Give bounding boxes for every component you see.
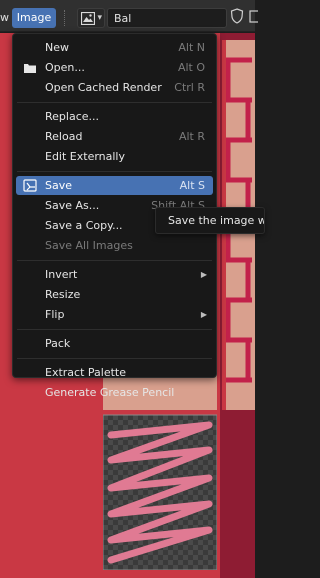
header-separator: [64, 10, 66, 26]
menu-item-open-cached-render[interactable]: Open Cached Render Ctrl R: [16, 78, 213, 97]
save-tooltip: Save the image with: [155, 207, 265, 234]
menu-item-label: Save a Copy...: [45, 219, 123, 232]
menu-item-shortcut: Ctrl R: [174, 81, 205, 94]
shield-icon[interactable]: [230, 8, 246, 28]
image-icon: [81, 12, 95, 25]
menu-item-invert[interactable]: Invert ▶: [16, 265, 213, 284]
view-menu[interactable]: w: [0, 8, 10, 28]
menu-item-label: Edit Externally: [45, 150, 126, 163]
menu-separator: [17, 171, 212, 172]
menu-separator: [17, 358, 212, 359]
image-name-field[interactable]: Bal: [107, 8, 227, 28]
submenu-arrow-icon: ▶: [200, 270, 207, 279]
menu-item-shortcut: Alt R: [178, 130, 205, 143]
submenu-arrow-icon: ▶: [200, 310, 207, 319]
menu-item-label: Save: [45, 179, 73, 192]
chevron-down-icon: ▾: [97, 13, 102, 23]
menu-item-label: Flip: [45, 308, 65, 321]
menu-item-edit-externally[interactable]: Edit Externally: [16, 147, 213, 166]
menu-item-shortcut: Alt S: [179, 179, 205, 192]
menu-item-new[interactable]: New Alt N: [16, 38, 213, 57]
image-menu-button[interactable]: Image: [12, 8, 56, 28]
menu-item-generate-grease-pencil[interactable]: Generate Grease Pencil: [16, 383, 213, 402]
menu-item-pack[interactable]: Pack: [16, 334, 213, 353]
menu-item-label: Replace...: [45, 110, 100, 123]
menu-item-replace[interactable]: Replace...: [16, 107, 213, 126]
menu-item-label: Open Cached Render: [45, 81, 162, 94]
menu-item-open[interactable]: Open... Alt O: [16, 58, 213, 77]
menu-item-shortcut: Alt N: [178, 41, 205, 54]
menu-item-shortcut: Alt O: [177, 61, 205, 74]
menu-item-label: Open...: [45, 61, 85, 74]
menu-separator: [17, 260, 212, 261]
image-menu: New Alt N Open... Alt O Open Cached Render Ct…: [12, 33, 217, 399]
menu-item-resize[interactable]: Resize: [16, 285, 213, 304]
copy-icon[interactable]: [248, 8, 261, 28]
menu-item-label: Resize: [45, 288, 81, 301]
menu-item-label: Extract Palette: [45, 366, 126, 379]
menu-item-save-all-images[interactable]: Save All Images: [16, 236, 213, 255]
menu-item-label: Reload: [45, 130, 83, 143]
menu-item-flip[interactable]: Flip ▶: [16, 305, 213, 324]
menu-item-label: Invert: [45, 268, 78, 281]
menu-item-reload[interactable]: Reload Alt R: [16, 127, 213, 146]
menu-item-label: Save As...: [45, 199, 100, 212]
image-editor-header: w Image ▾ Bal: [0, 0, 261, 32]
menu-separator: [17, 102, 212, 103]
image-type-dropdown[interactable]: ▾: [77, 8, 105, 28]
save-icon: [23, 179, 37, 192]
menu-item-extract-palette[interactable]: Extract Palette: [16, 363, 213, 382]
menu-item-label: Pack: [45, 337, 71, 350]
menu-item-label: Save All Images: [45, 239, 133, 252]
folder-icon: [23, 61, 37, 74]
menu-separator: [17, 329, 212, 330]
menu-item-label: New: [45, 41, 69, 54]
menu-item-save[interactable]: Save Alt S: [16, 176, 213, 195]
menu-item-label: Generate Grease Pencil: [45, 386, 175, 399]
